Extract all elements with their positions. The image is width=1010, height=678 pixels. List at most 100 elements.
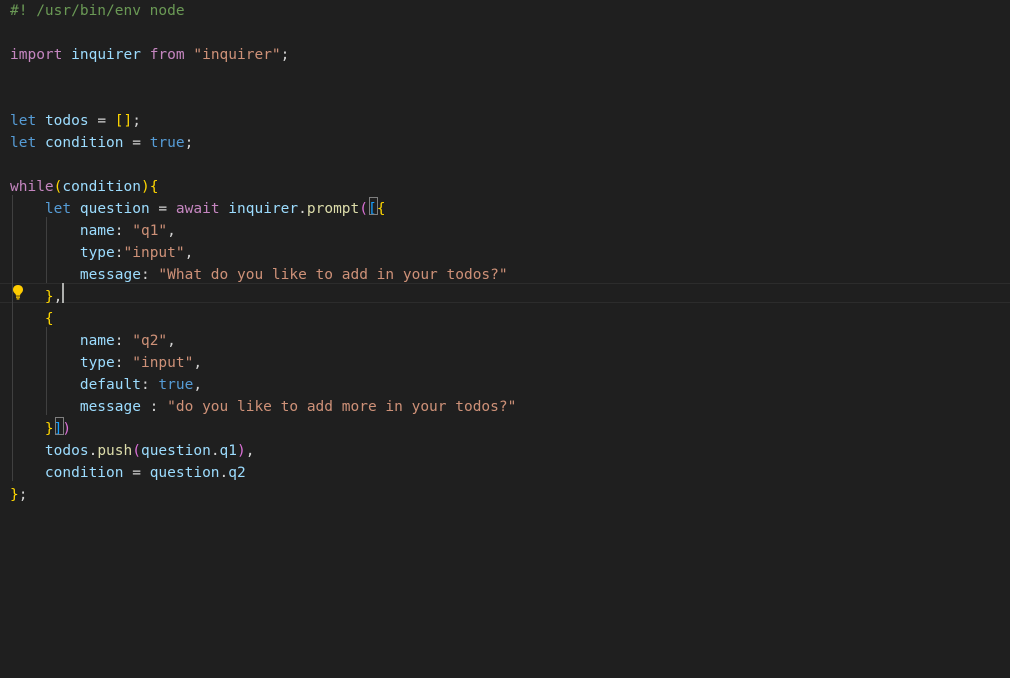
code-line[interactable]: while(condition){ <box>0 176 1010 198</box>
code-line[interactable]: name: "q2", <box>0 330 1010 352</box>
code-token: true <box>158 377 194 393</box>
code-token: condition <box>62 179 141 195</box>
code-token: : <box>114 245 124 261</box>
code-token: message <box>79 399 141 415</box>
code-line[interactable]: message: "What do you like to add in you… <box>0 264 1010 286</box>
code-token: let <box>10 135 37 151</box>
code-token: . <box>219 465 229 481</box>
code-token: "input" <box>123 245 185 261</box>
code-token: ; <box>184 135 194 151</box>
code-token: , <box>167 333 176 349</box>
code-token: , <box>193 377 203 393</box>
code-token: question <box>140 443 211 459</box>
code-token: "inquirer" <box>193 47 281 63</box>
code-line[interactable]: #! /usr/bin/env node <box>0 0 1010 22</box>
code-token: { <box>376 201 386 217</box>
code-token: condition <box>44 135 124 151</box>
code-token: prompt <box>306 201 360 217</box>
code-token: } <box>44 289 54 305</box>
code-line-content: let condition = true; <box>10 132 193 154</box>
code-line[interactable]: { <box>0 308 1010 330</box>
code-token: let <box>44 201 72 217</box>
code-line[interactable] <box>0 22 1010 44</box>
code-line[interactable]: default: true, <box>0 374 1010 396</box>
code-token: : <box>114 333 133 349</box>
code-line[interactable]: todos.push(question.q1), <box>0 440 1010 462</box>
code-token: question <box>149 465 220 481</box>
code-token: import <box>10 47 63 63</box>
code-line-content: let question = await inquirer.prompt([{ <box>10 198 386 220</box>
code-line-content: type:"input", <box>10 242 194 264</box>
code-line-content: while(condition){ <box>10 176 158 198</box>
code-token: , <box>193 355 203 371</box>
code-token: : <box>114 223 133 239</box>
code-line-content: message: "What do you like to add in you… <box>10 264 508 286</box>
code-line-content: todos.push(question.q1), <box>10 440 255 462</box>
code-token: ) <box>237 443 246 459</box>
code-line-content: condition = question.q2 <box>10 462 246 484</box>
code-token: true <box>149 135 185 151</box>
code-token: . <box>298 201 307 217</box>
code-line[interactable]: type: "input", <box>0 352 1010 374</box>
code-token: q2 <box>228 465 246 481</box>
code-token: name <box>79 333 115 349</box>
code-token: question <box>79 201 150 217</box>
code-token: "input" <box>132 355 194 371</box>
code-token: name <box>79 223 115 239</box>
code-token: todos <box>44 443 89 459</box>
code-editor[interactable]: #! /usr/bin/env node import inquirer from… <box>0 0 1010 678</box>
code-token: . <box>88 443 98 459</box>
code-line-content: #! /usr/bin/env node <box>10 0 185 22</box>
code-line[interactable]: }, <box>0 286 1010 308</box>
code-line-content: let todos = []; <box>10 110 141 132</box>
code-line[interactable] <box>0 154 1010 176</box>
code-token: : <box>114 355 133 371</box>
code-line-content: { <box>10 308 54 330</box>
code-token: inquirer <box>228 201 299 217</box>
code-token: ) <box>140 179 150 195</box>
code-token: while <box>10 179 54 195</box>
code-line[interactable]: condition = question.q2 <box>0 462 1010 484</box>
code-token: = <box>123 135 150 151</box>
code-line[interactable]: name: "q1", <box>0 220 1010 242</box>
code-token: ; <box>18 487 28 503</box>
code-line[interactable]: let question = await inquirer.prompt([{ <box>0 198 1010 220</box>
code-token: : <box>140 377 159 393</box>
code-line-content: }; <box>10 484 27 506</box>
code-token: let <box>10 113 37 129</box>
code-line[interactable]: message : "do you like to add more in yo… <box>0 396 1010 418</box>
code-line[interactable]: import inquirer from "inquirer"; <box>0 44 1010 66</box>
code-token: q1 <box>219 443 238 459</box>
code-token: } <box>44 421 54 437</box>
code-line[interactable]: type:"input", <box>0 242 1010 264</box>
code-line[interactable] <box>0 88 1010 110</box>
code-token: "q2" <box>132 333 168 349</box>
code-line-content: import inquirer from "inquirer"; <box>10 44 289 66</box>
code-line[interactable] <box>0 66 1010 88</box>
code-line[interactable]: }; <box>0 484 1010 506</box>
code-token: , <box>167 223 176 239</box>
code-token: "What do you like to add in your todos?" <box>158 267 508 283</box>
code-line-content: type: "input", <box>10 352 202 374</box>
code-line-content: message : "do you like to add more in yo… <box>10 396 517 418</box>
code-token: : <box>140 267 159 283</box>
code-line[interactable]: }]) <box>0 418 1010 440</box>
code-line-content: name: "q2", <box>10 330 176 352</box>
lightbulb-icon[interactable] <box>12 284 24 300</box>
code-token: : <box>140 399 168 415</box>
code-token: inquirer <box>71 47 141 63</box>
code-line[interactable]: let condition = true; <box>0 132 1010 154</box>
code-line[interactable]: let todos = []; <box>0 110 1010 132</box>
